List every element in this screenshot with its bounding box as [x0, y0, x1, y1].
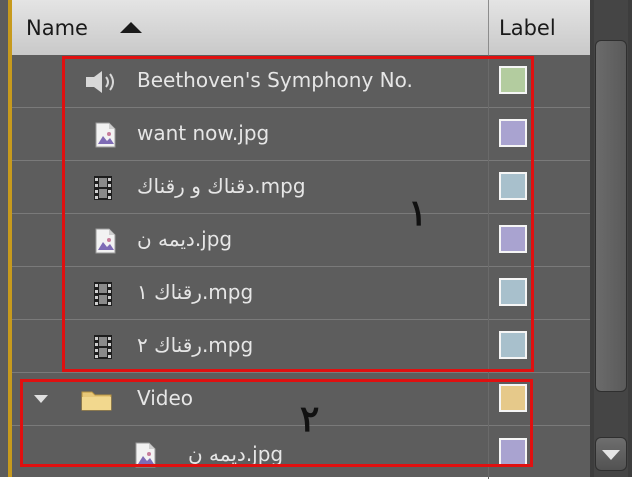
label-column-header[interactable]: Label: [489, 0, 589, 55]
name-column-label: Name: [26, 16, 88, 40]
annotation-number-1: ١: [408, 192, 428, 234]
project-panel: Name Label Beethoven's Symphony No. want…: [0, 0, 632, 479]
label-column-label: Label: [499, 16, 556, 40]
chevron-down-icon: [602, 450, 620, 460]
vertical-scrollbar[interactable]: [590, 0, 632, 477]
scroll-down-button[interactable]: [595, 437, 627, 471]
annotation-box-2: [20, 379, 533, 467]
sort-ascending-icon[interactable]: [120, 22, 142, 33]
annotation-number-2: ٢: [300, 398, 320, 440]
name-column-header[interactable]: Name: [12, 0, 489, 55]
scroll-thumb[interactable]: [595, 40, 627, 392]
column-header: Name Label: [12, 0, 590, 56]
annotation-box-1: [62, 56, 534, 372]
